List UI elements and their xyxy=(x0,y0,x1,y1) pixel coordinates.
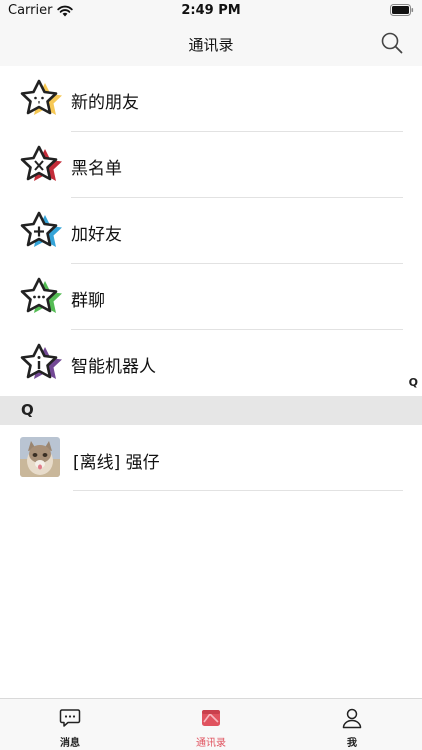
chat-icon xyxy=(59,709,81,727)
tab-label: 我 xyxy=(347,738,357,749)
list-item-group-chat[interactable]: 群聊 xyxy=(0,264,422,330)
contact-name: [离线] 强仔 xyxy=(73,453,160,473)
tab-contacts[interactable]: 通讯录 xyxy=(141,699,281,750)
list-item-label: 黑名单 xyxy=(71,159,122,179)
list-item-label: 新的朋友 xyxy=(71,93,139,113)
tab-label: 消息 xyxy=(60,738,80,749)
nav-header: 通讯录 xyxy=(0,22,422,66)
section-header: Q xyxy=(0,396,422,425)
search-icon xyxy=(381,32,403,54)
list-item-smart-robot[interactable]: 智能机器人 xyxy=(0,330,422,396)
list-item-add-friend[interactable]: 加好友 xyxy=(0,198,422,264)
top-bar: Carrier 2:49 PM 通讯录 xyxy=(0,0,422,66)
star-plus-icon xyxy=(20,211,62,247)
cat-avatar-image xyxy=(20,437,60,477)
index-bar-letter[interactable]: Q xyxy=(409,376,418,389)
section-letter: Q xyxy=(21,401,34,419)
list-item-label: 加好友 xyxy=(71,225,122,245)
list-item-label: 智能机器人 xyxy=(71,357,156,377)
star-x-icon xyxy=(20,145,62,181)
star-face-icon xyxy=(20,79,62,115)
function-list: 新的朋友 黑名单 加好友 群聊 智能机器人 xyxy=(0,66,422,396)
search-button[interactable] xyxy=(380,31,404,55)
contacts-icon xyxy=(202,710,220,726)
page-title: 通讯录 xyxy=(188,36,234,54)
contacts-screen: Carrier 2:49 PM 通讯录 新的朋友 黑名单 加好友 群聊 智能机器… xyxy=(0,0,422,750)
star-dots-icon xyxy=(20,277,62,313)
status-bar: Carrier 2:49 PM xyxy=(0,0,422,22)
cat-avatar xyxy=(20,437,60,477)
contact-item[interactable]: [离线] 强仔 xyxy=(0,425,422,491)
tab-bar: 消息 通讯录 我 xyxy=(0,698,422,750)
star-info-icon xyxy=(20,343,62,379)
status-time: 2:49 PM xyxy=(181,3,241,18)
list-item-new-friends[interactable]: 新的朋友 xyxy=(0,66,422,132)
person-icon xyxy=(342,708,362,729)
tab-messages[interactable]: 消息 xyxy=(0,699,140,750)
tab-me[interactable]: 我 xyxy=(282,699,422,750)
list-item-blacklist[interactable]: 黑名单 xyxy=(0,132,422,198)
tab-label: 通讯录 xyxy=(196,738,226,749)
battery-icon xyxy=(390,4,414,16)
divider xyxy=(73,490,403,491)
list-item-label: 群聊 xyxy=(71,291,105,311)
